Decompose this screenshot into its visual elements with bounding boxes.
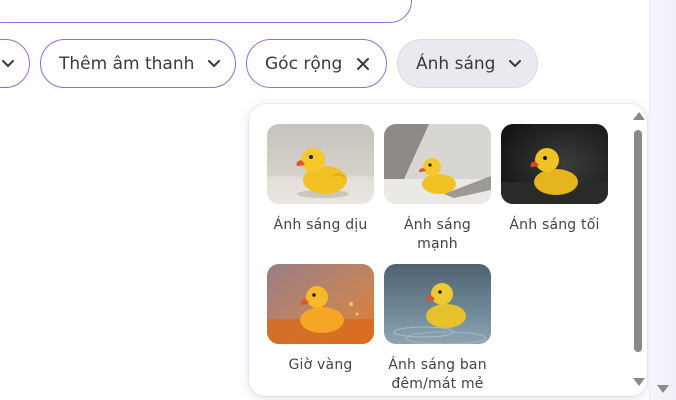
lighting-option-golden-hour[interactable]: Giờ vàng <box>267 264 374 375</box>
lighting-option-soft[interactable]: Ánh sáng dịu <box>267 124 374 235</box>
filter-chip-hidden[interactable] <box>0 39 30 88</box>
scroll-down-arrow-icon[interactable] <box>657 385 669 393</box>
chip-label: Thêm âm thanh <box>59 53 195 74</box>
lighting-option-dark[interactable]: Ánh sáng tối <box>501 124 608 235</box>
option-label: Ánh sáng dịu <box>273 217 368 233</box>
night-cool-thumbnail <box>384 264 491 344</box>
page-scrollbar[interactable] <box>649 0 676 400</box>
lighting-option-night-cool[interactable]: Ánh sáng ban đêm/mát mẻ <box>384 264 491 394</box>
golden-hour-thumbnail <box>267 264 374 344</box>
chip-label: Góc rộng <box>265 53 343 74</box>
option-label: Ánh sáng tối <box>509 217 600 233</box>
close-icon[interactable] <box>356 56 370 72</box>
chevron-down-icon <box>1 57 15 71</box>
scroll-down-arrow-icon[interactable] <box>633 378 645 386</box>
lighting-dropdown: Ánh sáng dịu Ánh sáng mạnh Ánh sáng tối … <box>249 104 647 396</box>
chevron-down-icon <box>208 57 221 71</box>
option-label: Ánh sáng ban đêm/mát mẻ <box>388 357 487 392</box>
option-label: Ánh sáng mạnh <box>403 217 471 252</box>
wide-angle-chip[interactable]: Góc rộng <box>246 39 387 88</box>
prompt-input-box[interactable] <box>0 0 412 23</box>
hard-light-thumbnail <box>384 124 491 204</box>
scrollbar-thumb[interactable] <box>634 130 642 352</box>
scroll-up-arrow-icon[interactable] <box>633 112 645 120</box>
dropdown-scrollbar[interactable] <box>631 108 645 392</box>
lighting-chip[interactable]: Ánh sáng <box>397 39 538 88</box>
option-label: Giờ vàng <box>288 357 353 373</box>
chip-label: Ánh sáng <box>416 53 496 74</box>
dark-light-thumbnail <box>501 124 608 204</box>
chevron-down-icon <box>509 57 522 71</box>
soft-light-thumbnail <box>267 124 374 204</box>
add-sound-chip[interactable]: Thêm âm thanh <box>40 39 236 88</box>
lighting-option-hard[interactable]: Ánh sáng mạnh <box>384 124 491 254</box>
